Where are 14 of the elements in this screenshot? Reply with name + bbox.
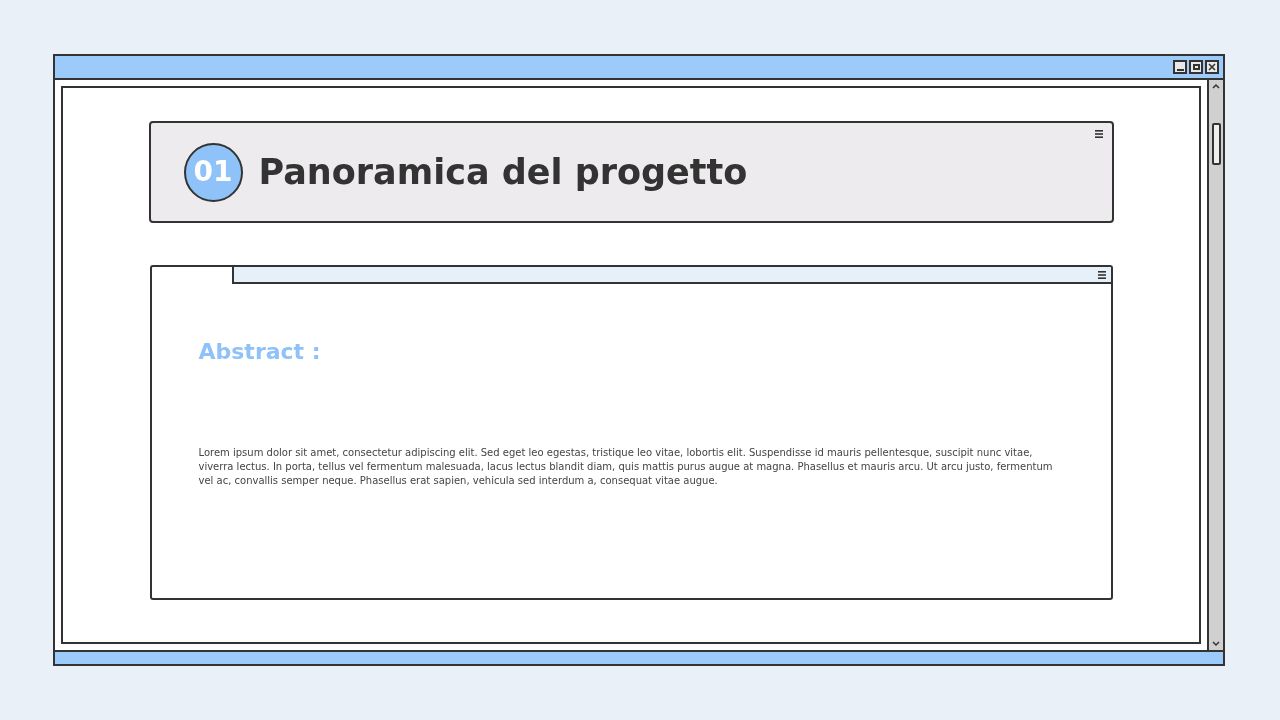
- section-title: Panoramica del progetto: [258, 150, 748, 194]
- maximize-button[interactable]: [1189, 60, 1203, 74]
- abstract-heading: Abstract :: [198, 338, 322, 366]
- abstract-text: Lorem ipsum dolor sit amet, consectetur adipiscing elit. Sed eget leo egestas, tristique leo vitae, lobortis elit. Suspendisse id mauris pellentesque, suscipit nunc vitae, viverra lectus. In porta, tellus vel fermentum malesuada, lacus lectus blandit diam, quis mattis purus augue at magna. Phasellus et mauris arcu. Ut arcu justo, fermentum vel ac, convallis semper neque. Phasellus erat sapien, vehicula sed interdum a, consequat vitae augue.: [198, 446, 1054, 488]
- menu-icon[interactable]: [1094, 130, 1103, 138]
- scroll-down-icon[interactable]: [1212, 641, 1220, 647]
- scrollbar[interactable]: [1207, 80, 1223, 650]
- close-icon: [1208, 63, 1216, 71]
- scroll-up-icon[interactable]: [1212, 83, 1220, 89]
- minimize-button[interactable]: [1173, 60, 1187, 74]
- section-number: 01: [183, 142, 243, 202]
- close-button[interactable]: [1205, 60, 1219, 74]
- menu-icon[interactable]: [1097, 270, 1106, 279]
- scroll-thumb[interactable]: [1211, 123, 1221, 165]
